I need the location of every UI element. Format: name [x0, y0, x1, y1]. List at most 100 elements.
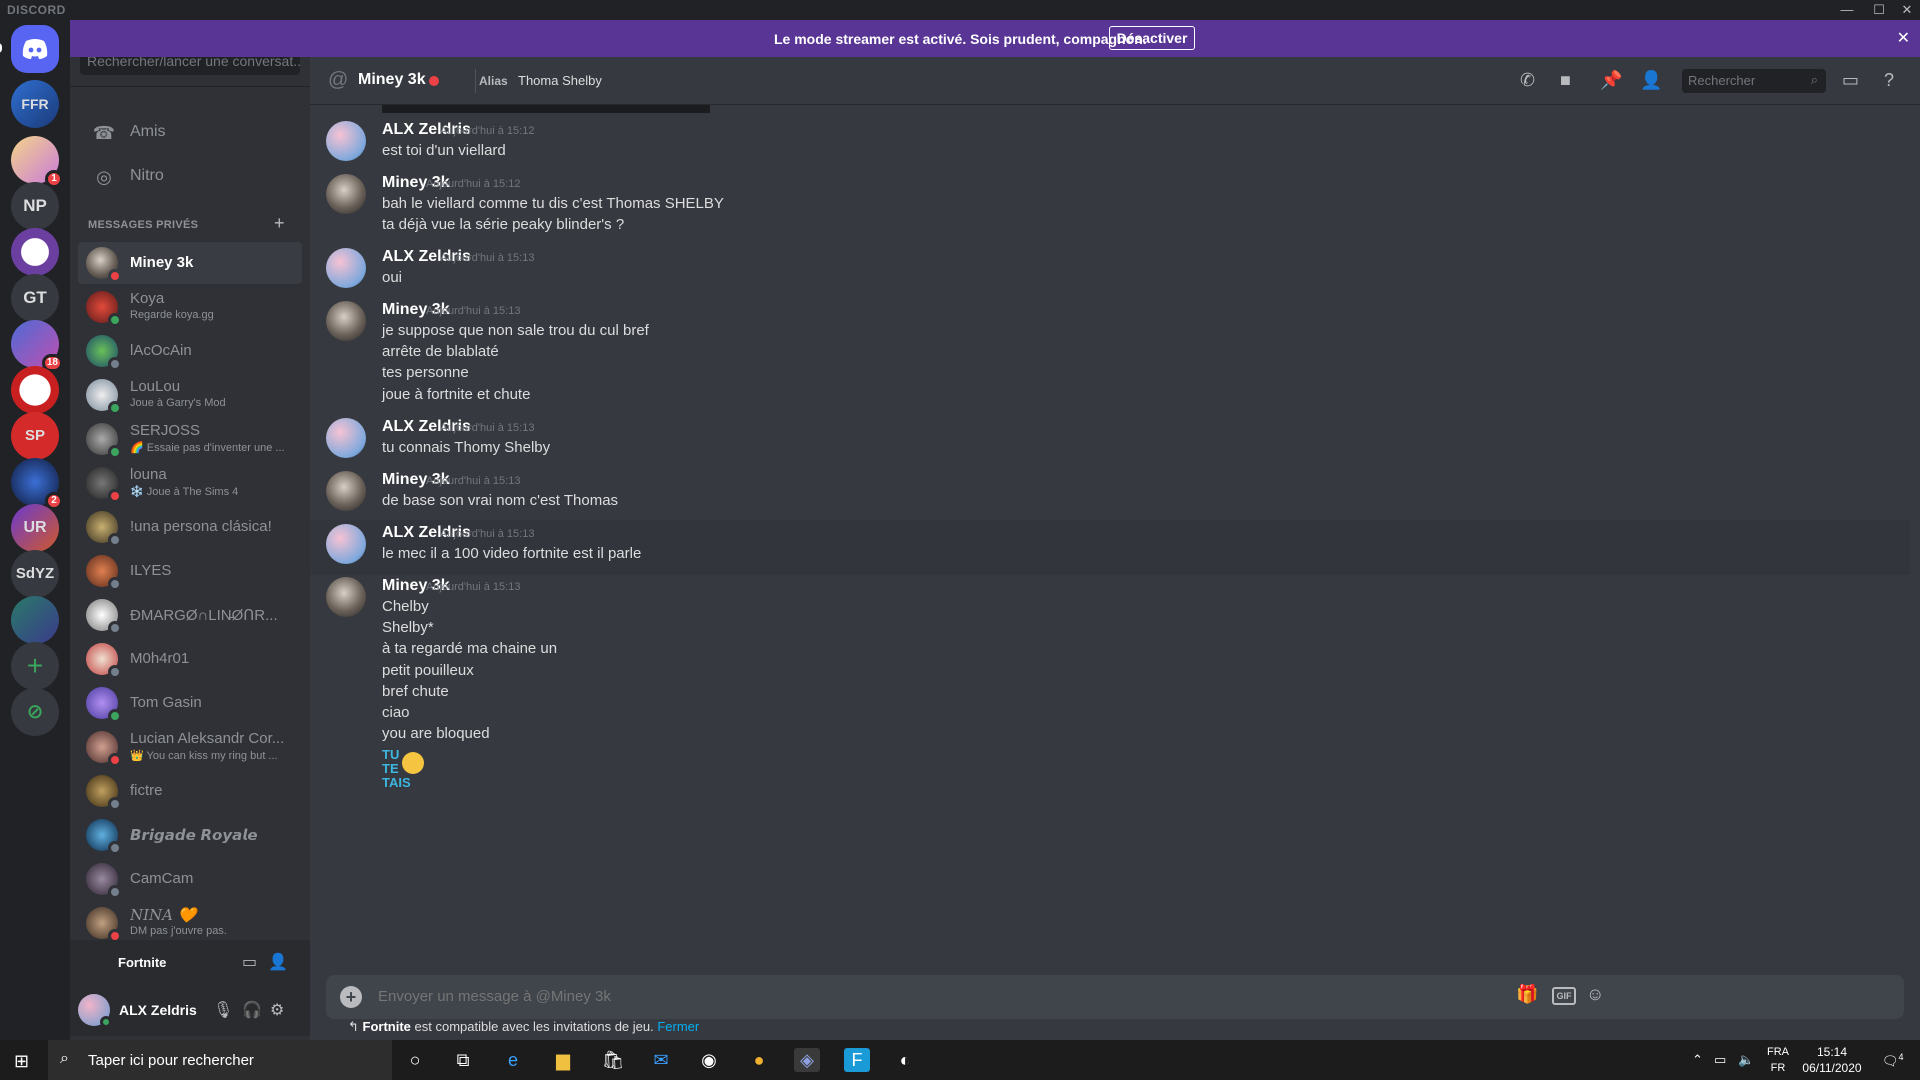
language-indicator[interactable]: FRA FR — [1767, 1044, 1789, 1076]
status-dnd — [108, 269, 122, 283]
steam-icon[interactable]: ◉ — [696, 1048, 722, 1072]
file-explorer-icon[interactable]: ▆ — [550, 1048, 576, 1072]
server-icon[interactable]: SP — [11, 412, 59, 460]
inbox-icon[interactable]: ▭ — [1842, 70, 1859, 91]
custom-emoji[interactable]: TU TE TAIS — [382, 748, 426, 796]
upload-plus-icon[interactable]: + — [340, 986, 362, 1008]
server-icon[interactable] — [11, 596, 59, 644]
nav-friends[interactable]: ☎ Amis — [78, 112, 302, 154]
tray-chevron-icon[interactable]: ⌃ — [1692, 1052, 1703, 1068]
dm-item[interactable]: CamCam — [78, 858, 302, 900]
dm-item[interactable]: LouLou Joue à Garry's Mod — [78, 374, 302, 416]
clock-time: 15:14 — [1816, 1045, 1848, 1059]
microphone-icon[interactable]: 🎙 — [213, 1000, 233, 1020]
cortana-icon[interactable]: ○ — [402, 1048, 428, 1072]
create-dm-button[interactable]: + — [274, 213, 285, 234]
message-avatar[interactable] — [326, 524, 366, 564]
help-icon[interactable]: ? — [1884, 70, 1894, 91]
emoji-text: TU — [382, 747, 400, 763]
server-icon[interactable]: 1 — [11, 136, 63, 188]
dm-item[interactable]: NINA 🧡 DM pas j'ouvre pas. — [78, 902, 302, 944]
server-icon[interactable]: 18 — [11, 320, 63, 372]
network-icon[interactable]: ▭ — [1714, 1052, 1726, 1068]
emoji-icon[interactable]: ☺ — [1586, 984, 1604, 1005]
server-icon[interactable]: SdYZ — [11, 550, 59, 598]
message-avatar[interactable] — [326, 471, 366, 511]
explore-servers-button[interactable]: ⊘ — [11, 688, 59, 736]
dm-item[interactable]: ÐMARGØ∩LIN̵ØՈR... — [78, 594, 302, 636]
message-input[interactable] — [378, 988, 1578, 1005]
notification-center-icon[interactable]: 🗨4 — [1882, 1052, 1904, 1069]
dm-item[interactable]: 𝘽𝙧𝙞𝙜𝙖𝙙𝙚 𝙍𝙤𝙮𝙖𝙡𝙚 — [78, 814, 302, 856]
edge-icon[interactable]: e — [500, 1048, 526, 1072]
status-online — [108, 401, 122, 415]
home-button[interactable] — [0, 25, 59, 73]
dm-item[interactable]: ILYES — [78, 550, 302, 592]
settings-gear-icon[interactable]: ⚙ — [270, 1000, 284, 1020]
server-label: UR — [23, 519, 47, 536]
dm-item[interactable]: Tom Gasin — [78, 682, 302, 724]
server-icon[interactable]: FFR — [11, 80, 59, 128]
maximize-icon[interactable]: ☐ — [1866, 0, 1892, 20]
gift-icon[interactable]: 🎁 — [1516, 984, 1538, 1005]
voice-call-icon[interactable]: ✆ — [1520, 70, 1535, 91]
mail-icon[interactable]: ✉ — [648, 1048, 674, 1072]
store-icon[interactable]: 🛍 — [600, 1048, 626, 1072]
system-clock[interactable]: 15:14 06/11/2020 — [1794, 1044, 1870, 1076]
dm-item[interactable]: M0h4r01 — [78, 638, 302, 680]
dm-name: Lucian Aleksandr Cor... — [130, 730, 285, 747]
server-icon[interactable] — [11, 228, 59, 276]
message-group: ALX Zeldris Aujourd'hui à 15:13 tu connais… — [310, 414, 1910, 469]
dm-item[interactable]: louna ❄️ Joue à The Sims 4 — [78, 462, 302, 504]
message-text: ta déjà vue la série peaky blinder's ? — [382, 216, 625, 234]
invite-icon[interactable]: 👤 — [268, 952, 288, 972]
message-text: est toi d'un viellard — [382, 142, 506, 159]
game-activity-panel: Fortnite ▭ 👤 — [70, 940, 310, 984]
server-icon[interactable] — [11, 366, 59, 414]
username: ALX Zeldris — [119, 1002, 197, 1018]
message-avatar[interactable] — [326, 121, 366, 161]
message-avatar[interactable] — [326, 577, 366, 617]
message-avatar[interactable] — [326, 248, 366, 288]
headphones-icon[interactable]: 🎧 — [242, 1000, 262, 1020]
screen-share-icon[interactable]: ▭ — [242, 952, 257, 972]
search-input[interactable]: Rechercher ⌕ — [1682, 69, 1826, 93]
obs-icon[interactable]: ◐ — [892, 1048, 918, 1072]
add-server-button[interactable]: + — [11, 642, 59, 690]
nav-nitro[interactable]: ◎ Nitro — [78, 156, 302, 198]
minimize-icon[interactable]: — — [1834, 0, 1860, 20]
chrome-icon[interactable]: ● — [746, 1048, 772, 1072]
close-banner-icon[interactable]: ✕ — [1897, 28, 1910, 48]
dm-item[interactable]: !una persona clásica! — [78, 506, 302, 548]
message-avatar[interactable] — [326, 301, 366, 341]
close-window-icon[interactable]: ✕ — [1894, 0, 1920, 20]
message-timestamp: Aujourd'hui à 15:13 — [440, 528, 535, 540]
dm-item[interactable]: Lucian Aleksandr Cor... 👑 You can kiss my… — [78, 726, 302, 768]
dm-item[interactable]: fictre — [78, 770, 302, 812]
emoji-text: TAIS — [382, 775, 411, 791]
disable-streamer-button[interactable]: Désactiver — [1109, 26, 1195, 50]
volume-icon[interactable]: 🔈 — [1738, 1052, 1754, 1068]
discord-taskbar-icon[interactable]: ◈ — [794, 1048, 820, 1072]
server-icon[interactable]: 2 — [11, 458, 63, 510]
server-icon[interactable]: UR — [11, 504, 59, 552]
search-icon: ⌕ — [60, 1050, 69, 1067]
task-view-icon[interactable]: ⧉ — [450, 1048, 476, 1072]
taskbar-search[interactable]: ⌕ Taper ici pour rechercher — [48, 1040, 392, 1080]
server-icon[interactable]: NP — [11, 182, 59, 230]
server-icon[interactable]: GT — [11, 274, 59, 322]
video-call-icon[interactable]: ■ — [1560, 70, 1571, 91]
dm-item[interactable]: Koya Regarde koya.gg — [78, 286, 302, 328]
gif-button[interactable]: GIF — [1552, 987, 1576, 1005]
dismiss-invite-link[interactable]: Fermer — [657, 1019, 699, 1034]
message-text: you are bloqued — [382, 725, 490, 743]
pin-icon[interactable]: 📌 — [1600, 70, 1622, 91]
windows-start-icon[interactable]: ⊞ — [14, 1051, 29, 1072]
dm-item[interactable]: SERJOSS 🌈 Essaie pas d'inventer une ... — [78, 418, 302, 460]
add-friend-icon[interactable]: 👤 — [1640, 70, 1662, 91]
dm-item[interactable]: lAcOcAin — [78, 330, 302, 372]
dm-item[interactable]: Miney 3k — [78, 242, 302, 284]
app-f-icon[interactable]: F — [844, 1048, 870, 1072]
message-avatar[interactable] — [326, 418, 366, 458]
message-avatar[interactable] — [326, 174, 366, 214]
